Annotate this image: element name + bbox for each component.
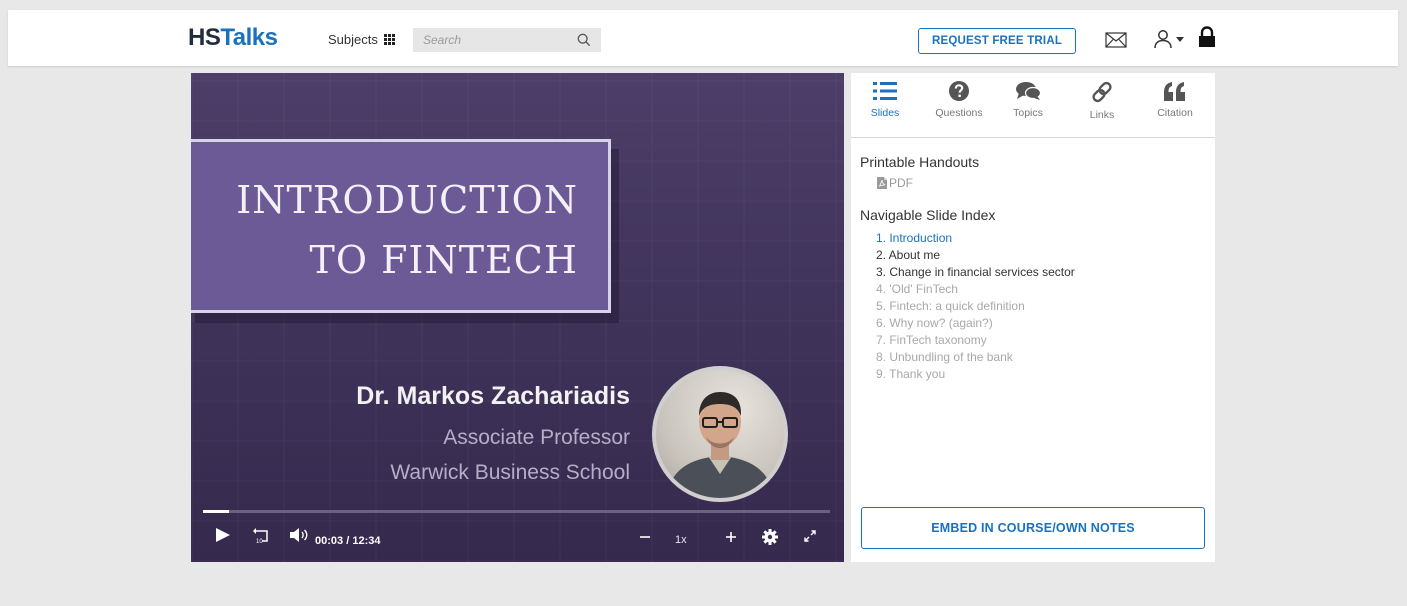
volume-icon bbox=[290, 528, 308, 542]
play-icon bbox=[216, 528, 230, 542]
slide-index-item[interactable]: 9. Thank you bbox=[876, 366, 1075, 383]
mail-icon[interactable] bbox=[1105, 32, 1127, 48]
rewind-10-button[interactable]: 10 bbox=[253, 527, 271, 545]
speaker-role: Associate Professor bbox=[443, 426, 630, 449]
search-box bbox=[413, 28, 601, 52]
volume-button[interactable] bbox=[289, 527, 309, 543]
video-timecode: 00:03 / 12:34 bbox=[315, 535, 380, 547]
subjects-menu[interactable]: Subjects bbox=[328, 32, 395, 47]
svg-text:10: 10 bbox=[256, 539, 263, 545]
video-progress-bar[interactable] bbox=[203, 510, 830, 513]
slide-index-item[interactable]: 6. Why now? (again?) bbox=[876, 315, 1075, 332]
top-navigation-bar: HSTalks Subjects REQUEST FREE TRIAL bbox=[8, 10, 1398, 66]
slide-index-item[interactable]: 5. Fintech: a quick definition bbox=[876, 298, 1075, 315]
tab-topics-label: Topics bbox=[1013, 107, 1043, 119]
rewind-10-icon: 10 bbox=[253, 528, 268, 545]
tab-links[interactable]: Links bbox=[1070, 81, 1134, 121]
hstalks-logo[interactable]: HSTalks bbox=[188, 24, 278, 52]
tab-slides-label: Slides bbox=[870, 107, 900, 119]
navigable-slide-index-heading: Navigable Slide Index bbox=[860, 207, 996, 223]
tab-questions-label: Questions bbox=[935, 107, 983, 119]
logo-hs: HS bbox=[188, 24, 221, 51]
video-player[interactable]: INTRODUCTION TO FINTECH Dr. Markos Zacha… bbox=[191, 73, 844, 562]
link-icon bbox=[1092, 81, 1112, 103]
lock-icon[interactable] bbox=[1198, 26, 1216, 48]
settings-button[interactable] bbox=[762, 529, 778, 545]
request-free-trial-button[interactable]: REQUEST FREE TRIAL bbox=[918, 28, 1076, 54]
slide-title-line-2: TO FINTECH bbox=[309, 238, 578, 282]
slide-index-item[interactable]: 4. 'Old' FinTech bbox=[876, 281, 1075, 298]
subjects-label: Subjects bbox=[328, 32, 378, 47]
panel-tabs: Slides Questions Topics Links Citation bbox=[851, 73, 1215, 138]
tab-topics[interactable]: Topics bbox=[996, 81, 1060, 119]
list-icon bbox=[873, 82, 897, 100]
slide-title-line-1: INTRODUCTION bbox=[236, 178, 578, 222]
grid-icon bbox=[383, 34, 395, 45]
video-controls: 10 00:03 / 12:34 1x bbox=[191, 521, 844, 557]
speed-increase-button[interactable] bbox=[725, 531, 737, 543]
slide-index-item[interactable]: 1. Introduction bbox=[876, 230, 1075, 247]
duration: 12:34 bbox=[352, 535, 381, 547]
tab-citation-label: Citation bbox=[1157, 107, 1193, 119]
speaker-name: Dr. Markos Zachariadis bbox=[356, 382, 630, 410]
slides-side-panel: Slides Questions Topics Links Citation P… bbox=[851, 73, 1215, 562]
plus-icon bbox=[726, 532, 736, 542]
time-separator: / bbox=[346, 535, 350, 547]
slide-index-item[interactable]: 2. About me bbox=[876, 247, 1075, 264]
playback-speed: 1x bbox=[675, 534, 687, 546]
pdf-file-icon bbox=[877, 177, 887, 189]
printable-handouts-heading: Printable Handouts bbox=[860, 154, 980, 170]
tab-slides[interactable]: Slides bbox=[853, 81, 917, 119]
play-button[interactable] bbox=[215, 527, 231, 543]
fullscreen-icon bbox=[804, 530, 816, 542]
slide-title-box: INTRODUCTION TO FINTECH bbox=[191, 139, 611, 313]
speaker-portrait-icon bbox=[666, 392, 774, 498]
quote-icon bbox=[1164, 82, 1185, 101]
caret-down-icon[interactable] bbox=[1176, 37, 1184, 43]
tab-links-label: Links bbox=[1089, 109, 1115, 121]
minus-icon bbox=[640, 536, 650, 538]
tab-questions[interactable]: Questions bbox=[927, 81, 991, 119]
gear-icon bbox=[762, 529, 778, 545]
slide-index-item[interactable]: 7. FinTech taxonomy bbox=[876, 332, 1075, 349]
video-progress-fill bbox=[203, 510, 229, 513]
question-circle-icon bbox=[949, 81, 969, 101]
slide-index-item[interactable]: 8. Unbundling of the bank bbox=[876, 349, 1075, 366]
user-icon[interactable] bbox=[1153, 29, 1173, 49]
fullscreen-button[interactable] bbox=[803, 529, 817, 543]
pdf-download-link[interactable]: PDF bbox=[877, 176, 913, 190]
logo-talks: Talks bbox=[220, 24, 278, 51]
embed-in-course-button[interactable]: EMBED IN COURSE/OWN NOTES bbox=[861, 507, 1205, 549]
speaker-photo bbox=[652, 366, 788, 502]
slide-index-item[interactable]: 3. Change in financial services sector bbox=[876, 264, 1075, 281]
current-time: 00:03 bbox=[315, 535, 344, 547]
speaker-organization: Warwick Business School bbox=[390, 461, 630, 484]
pdf-label: PDF bbox=[889, 176, 913, 190]
search-input[interactable] bbox=[413, 28, 573, 52]
comments-icon bbox=[1016, 82, 1041, 100]
slide-index-list: 1. Introduction 2. About me 3. Change in… bbox=[876, 230, 1075, 383]
speed-decrease-button[interactable] bbox=[639, 531, 651, 543]
search-icon[interactable] bbox=[577, 33, 591, 47]
tab-citation[interactable]: Citation bbox=[1143, 81, 1207, 119]
